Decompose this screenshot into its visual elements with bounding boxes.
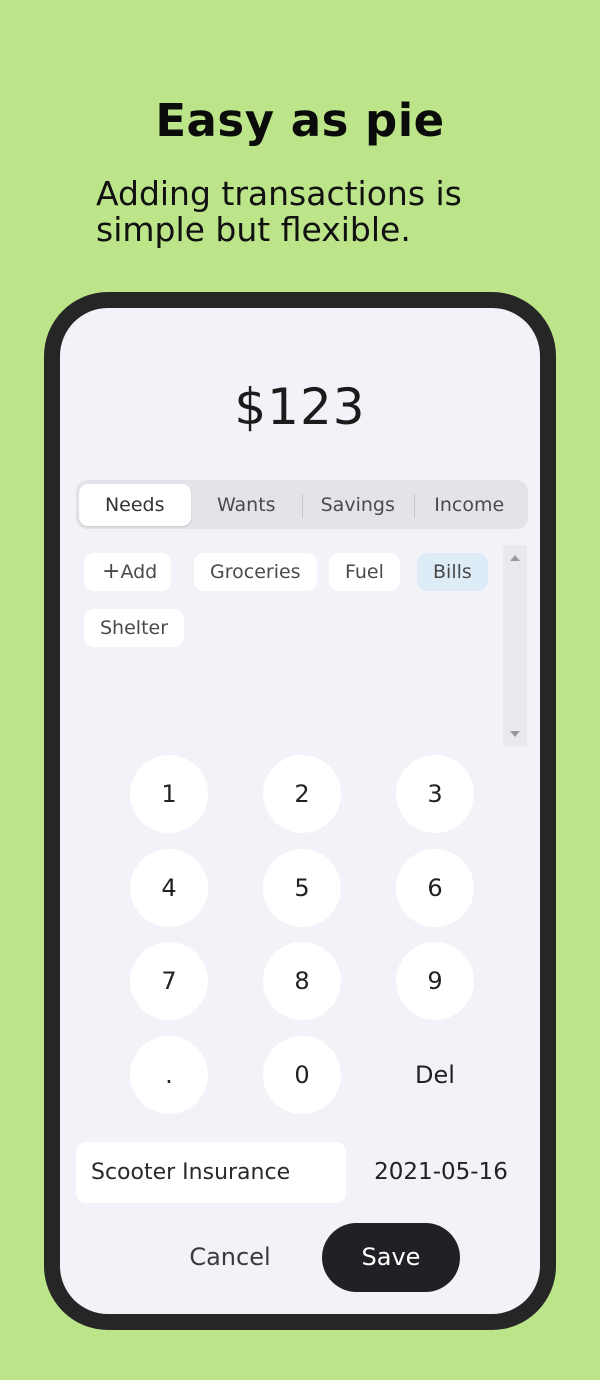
tab-income[interactable]: Income [413, 484, 526, 526]
chips-scrollbar[interactable] [503, 545, 527, 747]
category-chip-fuel[interactable]: Fuel [329, 553, 400, 591]
promo-headline: Easy as pie [155, 94, 445, 147]
add-category-button[interactable]: +Add [84, 553, 172, 591]
plus-icon: + [102, 559, 121, 584]
category-chip-groceries[interactable]: Groceries [194, 553, 317, 591]
category-chip-bills[interactable]: Bills [417, 553, 488, 591]
cancel-button[interactable]: Cancel [162, 1224, 298, 1290]
key-0[interactable]: 0 [263, 1036, 341, 1114]
category-chip-shelter[interactable]: Shelter [84, 609, 185, 647]
category-type-tabs: Needs Wants Savings Income [76, 480, 528, 529]
key-decimal[interactable]: . [130, 1036, 208, 1114]
key-1[interactable]: 1 [130, 755, 208, 833]
key-4[interactable]: 4 [130, 849, 208, 927]
category-chips: +Add Groceries Fuel Bills Shelter [76, 545, 500, 745]
key-6[interactable]: 6 [396, 849, 474, 927]
scroll-up-icon[interactable] [510, 555, 520, 561]
key-2[interactable]: 2 [263, 755, 341, 833]
tab-wants[interactable]: Wants [191, 484, 303, 526]
date-field[interactable]: 2021-05-16 [362, 1142, 520, 1203]
tab-needs[interactable]: Needs [79, 483, 191, 526]
save-button[interactable]: Save [322, 1223, 460, 1292]
key-5[interactable]: 5 [263, 849, 341, 927]
promo-subhead: Adding transactions is simple but flexib… [96, 174, 462, 249]
scroll-down-icon[interactable] [510, 731, 520, 737]
tab-savings[interactable]: Savings [302, 484, 414, 526]
delete-button[interactable]: Del [396, 1036, 474, 1114]
key-7[interactable]: 7 [130, 942, 208, 1020]
add-category-label: Add [120, 561, 158, 583]
key-3[interactable]: 3 [396, 755, 474, 833]
key-9[interactable]: 9 [396, 942, 474, 1020]
amount-display: $123 [234, 378, 366, 436]
key-8[interactable]: 8 [263, 942, 341, 1020]
description-input[interactable]: Scooter Insurance [76, 1142, 346, 1203]
